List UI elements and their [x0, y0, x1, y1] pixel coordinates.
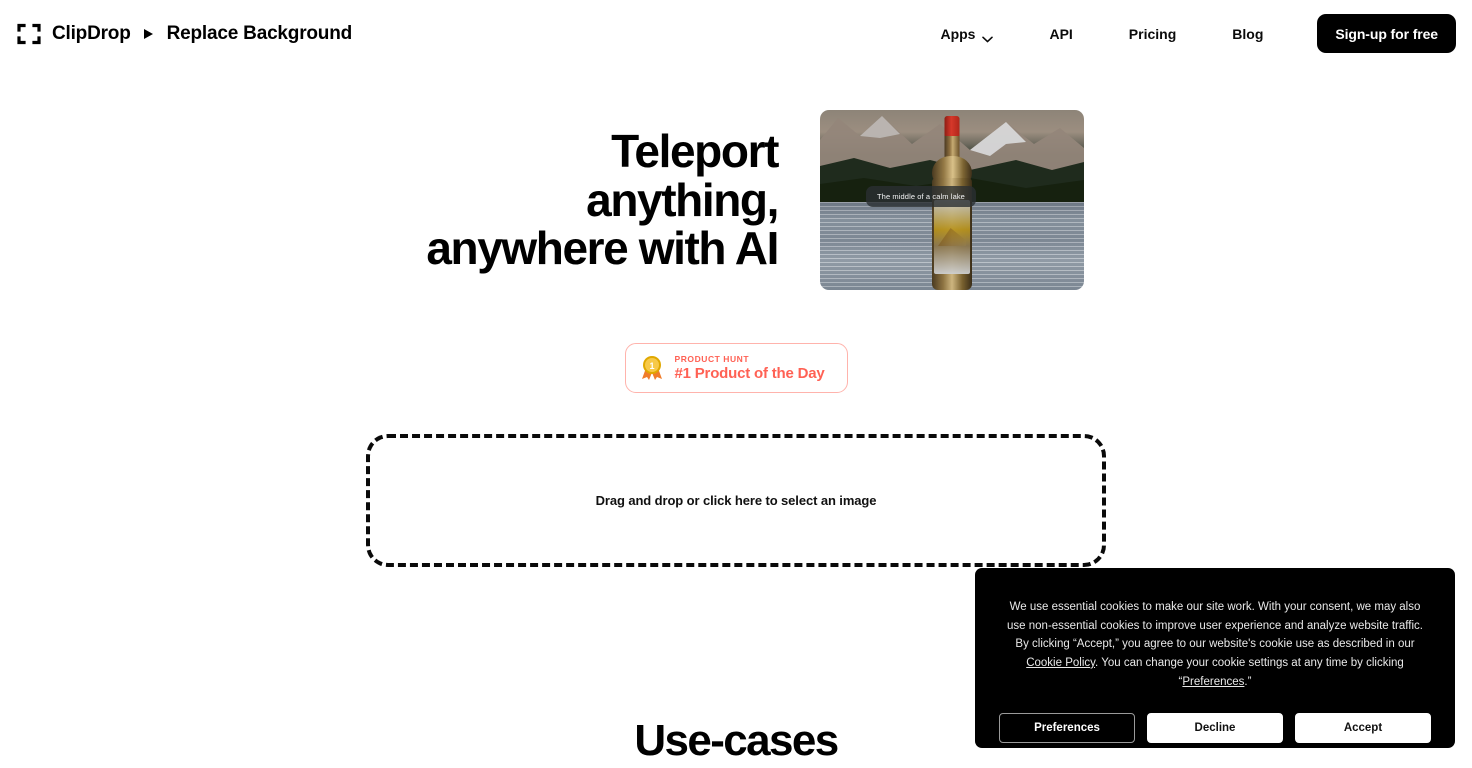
cookie-button-group: Preferences Decline Accept — [999, 713, 1431, 744]
chevron-down-icon — [982, 30, 994, 43]
signup-button[interactable]: Sign-up for free — [1317, 14, 1456, 53]
play-triangle-icon — [142, 27, 156, 41]
nav-item-api[interactable]: API — [1021, 26, 1100, 42]
product-hunt-kicker: PRODUCT HUNT — [674, 354, 750, 364]
product-hunt-title: #1 Product of the Day — [674, 365, 825, 382]
hero-headline: Teleport anything, anywhere with AI — [388, 124, 779, 275]
product-hunt-wrapper: 1 PRODUCT HUNT #1 Product of the Day — [0, 343, 1472, 393]
nav-item-pricing[interactable]: Pricing — [1101, 26, 1204, 42]
hero-headline-line-2: anything, — [586, 173, 779, 226]
hero-example-image: The middle of a calm lake — [820, 110, 1084, 290]
product-hunt-text: PRODUCT HUNT #1 Product of the Day — [675, 354, 825, 382]
bottle-cap — [944, 116, 960, 136]
brand[interactable]: ClipDrop Replace Background — [0, 21, 352, 47]
main-nav: Apps API Pricing Blog Sign-up for free — [912, 14, 1472, 53]
brand-name: ClipDrop — [52, 22, 131, 44]
cookie-text-part-3: .” — [1244, 675, 1252, 688]
site-header: ClipDrop Replace Background Apps API Pri… — [0, 0, 1472, 67]
hero-headline-line-3: anywhere with AI — [426, 222, 779, 275]
nav-item-apps[interactable]: Apps — [912, 25, 1021, 43]
nav-item-label: API — [1049, 25, 1073, 42]
cookie-consent-text: We use essential cookies to make our sit… — [1005, 598, 1425, 691]
cookie-consent-banner: We use essential cookies to make our sit… — [975, 568, 1455, 748]
dropzone-label: Drag and drop or click here to select an… — [595, 493, 877, 508]
cookie-policy-link[interactable]: Cookie Policy — [1026, 657, 1095, 669]
hero-image-caption: The middle of a calm lake — [866, 186, 976, 207]
nav-item-blog[interactable]: Blog — [1204, 26, 1291, 42]
preferences-link[interactable]: Preferences — [1182, 676, 1244, 688]
nav-item-label: Apps — [940, 25, 976, 42]
cookie-decline-button[interactable]: Decline — [1147, 713, 1283, 744]
cookie-accept-button[interactable]: Accept — [1295, 713, 1431, 744]
image-dropzone[interactable]: Drag and drop or click here to select an… — [366, 434, 1106, 567]
bottle-label — [934, 200, 970, 274]
hero-section: Teleport anything, anywhere with AI The … — [0, 110, 1472, 290]
hero-headline-line-1: Teleport — [611, 124, 779, 177]
nav-item-label: Pricing — [1128, 25, 1177, 42]
clipdrop-frame-icon — [16, 21, 42, 47]
cookie-text-part-1: We use essential cookies to make our sit… — [1007, 601, 1423, 651]
page-root: ClipDrop Replace Background Apps API Pri… — [0, 0, 1472, 768]
page-title: Replace Background — [166, 22, 353, 44]
cookie-preferences-button[interactable]: Preferences — [999, 713, 1135, 744]
nav-item-label: Blog — [1232, 25, 1264, 42]
svg-text:1: 1 — [649, 361, 654, 371]
medal-icon: 1 — [640, 355, 664, 381]
product-hunt-badge[interactable]: 1 PRODUCT HUNT #1 Product of the Day — [624, 343, 848, 393]
